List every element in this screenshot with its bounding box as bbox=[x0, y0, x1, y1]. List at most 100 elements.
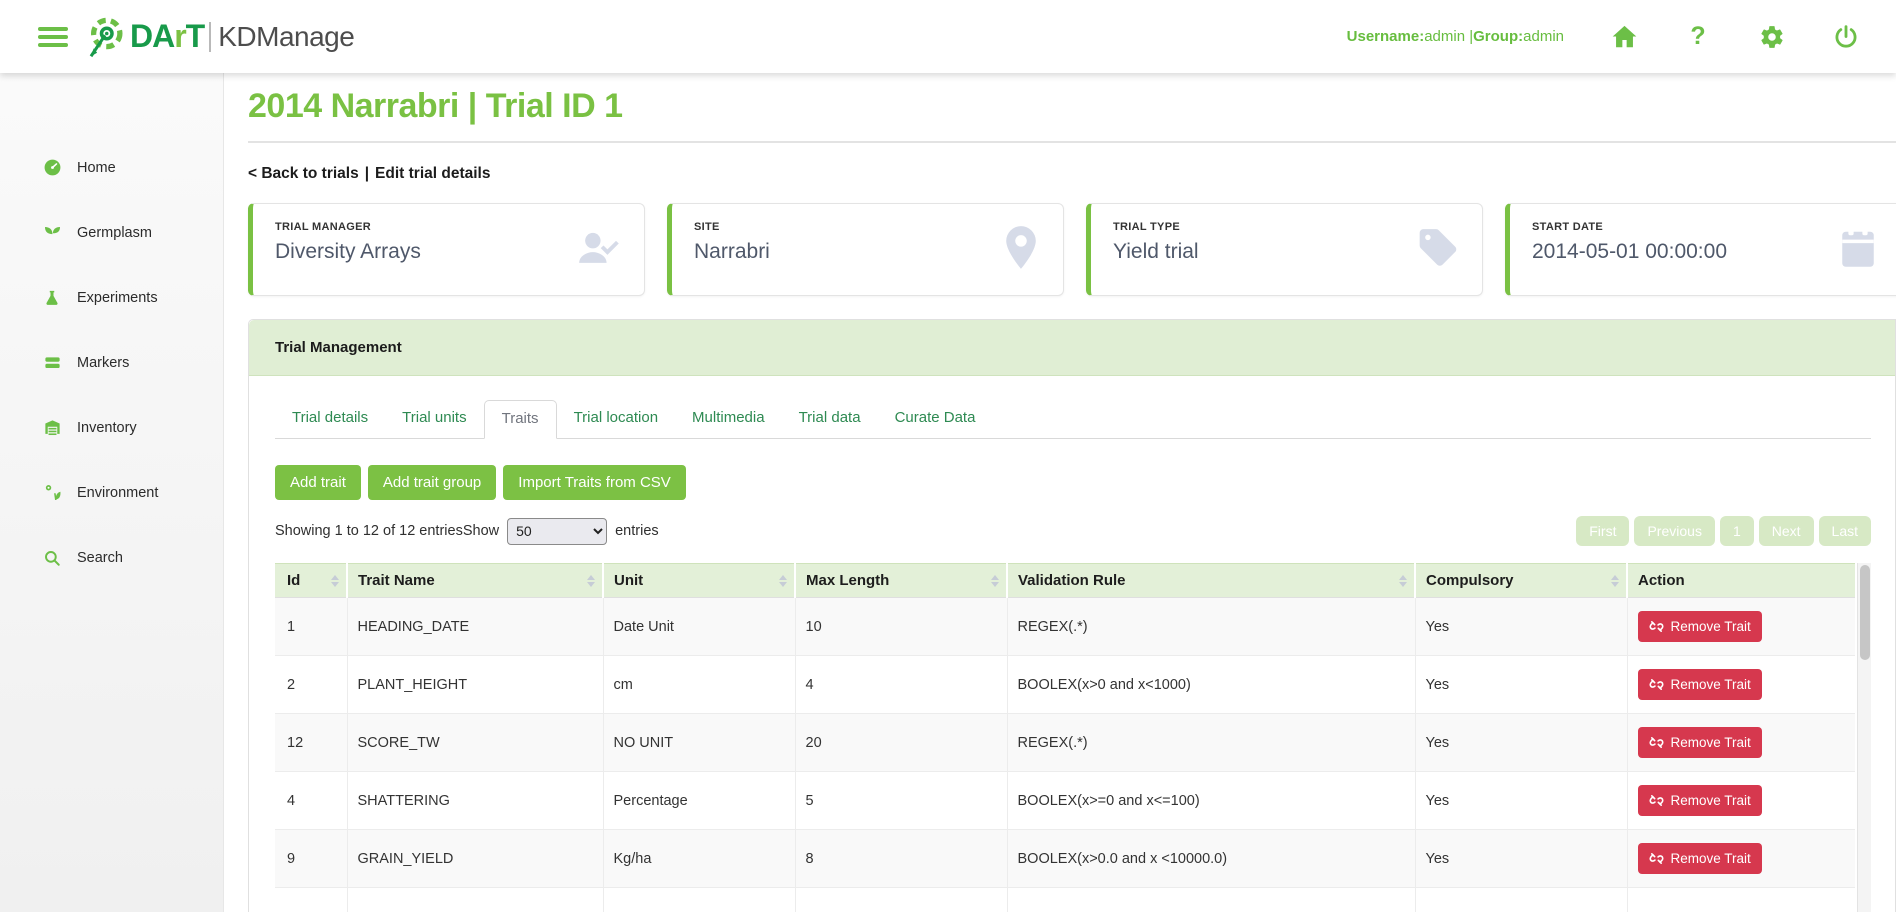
username-label: Username: bbox=[1347, 28, 1425, 45]
tab-traits[interactable]: Traits bbox=[484, 400, 557, 439]
environment-icon bbox=[42, 483, 62, 502]
sidebar-item-home[interactable]: Home bbox=[0, 135, 224, 200]
page-title: 2014 Narrabri | Trial ID 1 bbox=[248, 87, 1896, 126]
table-row: 9 GRAIN_YIELD Kg/ha 8 BOOLEX(x>0.0 and x… bbox=[275, 830, 1855, 888]
sidebar: Home Germplasm Experiments Markers Inven… bbox=[0, 73, 224, 912]
pagination-page-1-button[interactable]: 1 bbox=[1720, 516, 1754, 546]
brand-product: KDManage bbox=[218, 21, 354, 53]
add-trait-button[interactable]: Add trait bbox=[275, 465, 361, 500]
tab-multimedia[interactable]: Multimedia bbox=[675, 400, 782, 439]
cell-trait-name: SCORE_TW bbox=[347, 714, 603, 772]
table-row: 1 HEADING_DATE Date Unit 10 REGEX(.*) Ye… bbox=[275, 598, 1855, 656]
column-header-max-length[interactable]: Max Length bbox=[795, 564, 1007, 598]
sort-icon bbox=[779, 575, 787, 587]
cell-action: Remove Trait bbox=[1627, 772, 1855, 830]
sidebar-item-search[interactable]: Search bbox=[0, 525, 224, 590]
unlink-icon bbox=[1649, 619, 1664, 634]
sort-icon bbox=[1611, 575, 1619, 587]
remove-trait-button[interactable]: Remove Trait bbox=[1638, 611, 1762, 642]
cell-compulsory: Yes bbox=[1415, 598, 1627, 656]
sort-icon bbox=[587, 575, 595, 587]
add-trait-group-button[interactable]: Add trait group bbox=[368, 465, 496, 500]
trial-management-panel: Trial Management Trial details Trial uni… bbox=[248, 319, 1896, 912]
sidebar-item-markers[interactable]: Markers bbox=[0, 330, 224, 395]
column-header-compulsory[interactable]: Compulsory bbox=[1415, 564, 1627, 598]
unlink-icon bbox=[1649, 677, 1664, 692]
remove-trait-button[interactable]: Remove Trait bbox=[1638, 727, 1762, 758]
dart-logo-icon bbox=[84, 14, 126, 60]
pagination-first-button[interactable]: First bbox=[1576, 516, 1629, 546]
column-header-validation-rule[interactable]: Validation Rule bbox=[1007, 564, 1415, 598]
edit-trial-details-link[interactable]: Edit trial details bbox=[375, 165, 490, 182]
cell-trait-name: GRAIN_YIELD bbox=[347, 830, 603, 888]
settings-icon[interactable] bbox=[1758, 23, 1786, 51]
seedling-icon bbox=[42, 223, 62, 242]
cell-validation-rule: REGEX(.*) bbox=[1007, 598, 1415, 656]
remove-trait-button[interactable]: Remove Trait bbox=[1638, 785, 1762, 816]
tab-trial-location[interactable]: Trial location bbox=[557, 400, 675, 439]
table-row: 12 SCORE_TW NO UNIT 20 REGEX(.*) Yes Rem… bbox=[275, 714, 1855, 772]
cell-id: 12 bbox=[275, 714, 347, 772]
cell-compulsory: Yes bbox=[1415, 714, 1627, 772]
cell-action: Remove Trait bbox=[1627, 830, 1855, 888]
tab-trial-details[interactable]: Trial details bbox=[275, 400, 385, 439]
scrollbar-thumb[interactable] bbox=[1860, 565, 1870, 660]
column-header-unit[interactable]: Unit bbox=[603, 564, 795, 598]
cell-unit: cm bbox=[603, 656, 795, 714]
back-to-trials-link[interactable]: < Back to trials bbox=[248, 165, 359, 182]
group-label: Group: bbox=[1473, 28, 1523, 45]
pagination: First Previous 1 Next Last bbox=[1576, 516, 1871, 546]
app-logo[interactable]: DArT KDManage bbox=[84, 14, 354, 60]
table-scrollbar[interactable] bbox=[1857, 563, 1871, 912]
entries-label: entries bbox=[615, 523, 659, 539]
tab-trial-units[interactable]: Trial units bbox=[385, 400, 483, 439]
group-value: admin bbox=[1523, 28, 1564, 45]
hamburger-icon[interactable] bbox=[38, 27, 68, 47]
help-icon[interactable]: ? bbox=[1684, 23, 1712, 51]
cell-max-length: 4 bbox=[795, 656, 1007, 714]
home-icon[interactable] bbox=[1610, 23, 1638, 51]
pagination-last-button[interactable]: Last bbox=[1819, 516, 1871, 546]
cell-unit: Kg/ha bbox=[603, 830, 795, 888]
sort-icon bbox=[991, 575, 999, 587]
pagination-previous-button[interactable]: Previous bbox=[1634, 516, 1714, 546]
unlink-icon bbox=[1649, 793, 1664, 808]
table-row: 2 PLANT_HEIGHT cm 4 BOOLEX(x>0 and x<100… bbox=[275, 656, 1855, 714]
page-size-select[interactable]: 50 bbox=[507, 518, 607, 545]
flask-icon bbox=[42, 289, 62, 307]
show-label: Show bbox=[463, 523, 499, 539]
brand-dart: DArT bbox=[130, 18, 204, 55]
remove-trait-button[interactable]: Remove Trait bbox=[1638, 843, 1762, 874]
remove-trait-button[interactable]: Remove Trait bbox=[1638, 669, 1762, 700]
unlink-icon bbox=[1649, 851, 1664, 866]
trial-type-card: TRIAL TYPE Yield trial bbox=[1086, 203, 1483, 296]
cell-id: 4 bbox=[275, 772, 347, 830]
sidebar-item-experiments[interactable]: Experiments bbox=[0, 265, 224, 330]
trial-summary-cards: TRIAL MANAGER Diversity Arrays SITE Narr… bbox=[248, 203, 1896, 296]
panel-title: Trial Management bbox=[249, 320, 1895, 376]
cell-compulsory: Yes bbox=[1415, 656, 1627, 714]
cell-validation-rule: BOOLEX(x>0 and x<1000) bbox=[1007, 656, 1415, 714]
tab-trial-data[interactable]: Trial data bbox=[782, 400, 878, 439]
cell-validation-rule: REGEX(.*) bbox=[1007, 714, 1415, 772]
tab-curate-data[interactable]: Curate Data bbox=[878, 400, 993, 439]
column-header-trait-name[interactable]: Trait Name bbox=[347, 564, 603, 598]
pagination-next-button[interactable]: Next bbox=[1759, 516, 1814, 546]
column-header-id[interactable]: Id bbox=[275, 564, 347, 598]
cell-max-length: 8 bbox=[795, 830, 1007, 888]
traits-table-body: 1 HEADING_DATE Date Unit 10 REGEX(.*) Ye… bbox=[275, 598, 1855, 912]
brand-divider bbox=[209, 22, 211, 52]
cell-max-length: 10 bbox=[795, 598, 1007, 656]
sidebar-item-environment[interactable]: Environment bbox=[0, 460, 224, 525]
calendar-icon bbox=[1837, 224, 1879, 275]
sidebar-item-inventory[interactable]: Inventory bbox=[0, 395, 224, 460]
cell-validation-rule: BOOLEX(x>0.0 and x <10000.0) bbox=[1007, 830, 1415, 888]
import-traits-csv-button[interactable]: Import Traits from CSV bbox=[503, 465, 686, 500]
tab-bar: Trial details Trial units Traits Trial l… bbox=[275, 400, 1871, 439]
trait-actions: Add trait Add trait group Import Traits … bbox=[275, 465, 1871, 500]
sidebar-item-germplasm[interactable]: Germplasm bbox=[0, 200, 224, 265]
showing-entries-text: Showing 1 to 12 of 12 entries bbox=[275, 523, 463, 539]
cell-unit: Percentage bbox=[603, 772, 795, 830]
power-icon[interactable] bbox=[1832, 23, 1860, 51]
username-value: admin bbox=[1424, 28, 1465, 45]
